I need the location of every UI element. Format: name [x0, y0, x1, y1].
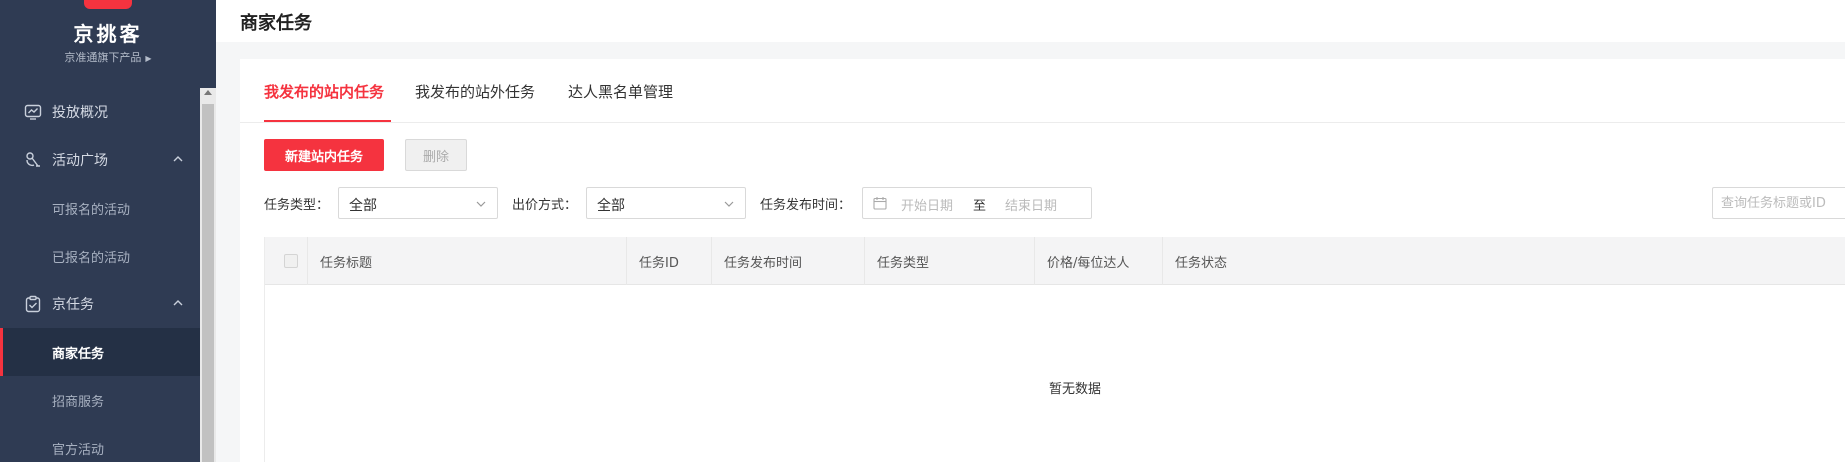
- start-date-placeholder[interactable]: 开始日期: [901, 195, 953, 214]
- sidebar-item-merchant-tasks[interactable]: 商家任务: [0, 328, 200, 376]
- publish-date-range-picker[interactable]: 开始日期 至 结束日期: [862, 187, 1092, 219]
- chevron-up-icon: [173, 300, 183, 306]
- chevron-up-icon: [173, 156, 183, 162]
- tab-offsite-tasks[interactable]: 我发布的站外任务: [415, 81, 535, 102]
- logo-mark: [84, 0, 132, 9]
- chevron-down-icon: [724, 201, 734, 207]
- sidebar-item-available-activities[interactable]: 可报名的活动: [0, 184, 200, 232]
- calendar-icon: [873, 197, 887, 210]
- tab-influencer-blacklist[interactable]: 达人黑名单管理: [568, 81, 673, 102]
- task-table: 任务标题 任务ID 任务发布时间 任务类型 价格/每位达人 任务状态 暂无数据: [264, 237, 1845, 462]
- select-all-cell: [265, 237, 308, 285]
- select-all-checkbox[interactable]: [284, 254, 298, 268]
- empty-state-text: 暂无数据: [1048, 382, 1101, 397]
- end-date-placeholder[interactable]: 结束日期: [1005, 195, 1057, 214]
- bid-method-select[interactable]: 全部: [586, 187, 746, 219]
- column-header-price: 价格/每位达人: [1035, 237, 1163, 285]
- bid-method-value: 全部: [597, 198, 625, 214]
- sidebar-item-activities[interactable]: 活动广场: [0, 136, 200, 184]
- task-type-select[interactable]: 全部: [338, 187, 498, 219]
- sidebar-item-label: 活动广场: [52, 153, 108, 169]
- column-header-task-id: 任务ID: [627, 237, 712, 285]
- sidebar-item-overview[interactable]: 投放概况: [0, 88, 200, 136]
- column-header-title: 任务标题: [308, 237, 627, 285]
- new-onsite-task-button[interactable]: 新建站内任务: [264, 139, 384, 171]
- caret-right-icon: ▶: [145, 54, 152, 63]
- sidebar-item-official-activities[interactable]: 官方活动: [0, 424, 200, 462]
- top-header: 商家任务: [216, 0, 1845, 42]
- task-type-label: 任务类型：: [264, 198, 330, 213]
- scroll-up-arrow-icon[interactable]: [204, 90, 212, 95]
- column-header-publish-time: 任务发布时间: [712, 237, 865, 285]
- sidebar-scrollbar[interactable]: [200, 88, 216, 462]
- tab-onsite-tasks[interactable]: 我发布的站内任务: [264, 81, 384, 102]
- main-card: 我发布的站内任务 我发布的站外任务 达人黑名单管理 新建站内任务 删除 任务类型…: [240, 59, 1845, 462]
- page-title: 商家任务: [240, 13, 312, 34]
- brand-subtitle[interactable]: 京准通旗下产品 ▶: [0, 49, 216, 65]
- sidebar: 京挑客 京准通旗下产品 ▶ 投放概况 活动广场 可报名的活动 已报名的活动 京任…: [0, 0, 216, 462]
- clipboard-icon: [25, 295, 41, 313]
- activity-icon: [26, 152, 40, 167]
- column-header-status: 任务状态: [1175, 255, 1228, 271]
- table-header: 任务标题 任务ID 任务发布时间 任务类型 价格/每位达人 任务状态: [265, 237, 1845, 285]
- active-tab-indicator: [264, 120, 391, 122]
- task-type-value: 全部: [349, 198, 377, 214]
- sidebar-item-jd-tasks[interactable]: 京任务: [0, 280, 200, 328]
- delete-button[interactable]: 删除: [405, 139, 467, 171]
- brand-name: 京挑客: [73, 22, 143, 46]
- sidebar-item-recruitment-service[interactable]: 招商服务: [0, 376, 200, 424]
- sidebar-menu: 投放概况 活动广场 可报名的活动 已报名的活动 京任务 商家任务 招商服务 官方…: [0, 88, 200, 462]
- scroll-thumb[interactable]: [202, 104, 214, 462]
- column-header-task-type: 任务类型: [865, 237, 1035, 285]
- monitor-chart-icon: [24, 104, 42, 120]
- task-search-input[interactable]: [1712, 187, 1845, 219]
- publish-time-label: 任务发布时间：: [760, 198, 852, 213]
- date-range-separator: 至: [973, 199, 987, 214]
- sidebar-item-label: 京任务: [52, 297, 94, 313]
- chevron-down-icon: [476, 201, 486, 207]
- sidebar-item-label: 投放概况: [52, 105, 108, 121]
- sidebar-item-registered-activities[interactable]: 已报名的活动: [0, 232, 200, 280]
- brand-subtitle-text: 京准通旗下产品: [64, 51, 142, 64]
- bid-method-label: 出价方式：: [512, 198, 578, 213]
- tab-bar: 我发布的站内任务 我发布的站外任务 达人黑名单管理: [240, 59, 1845, 123]
